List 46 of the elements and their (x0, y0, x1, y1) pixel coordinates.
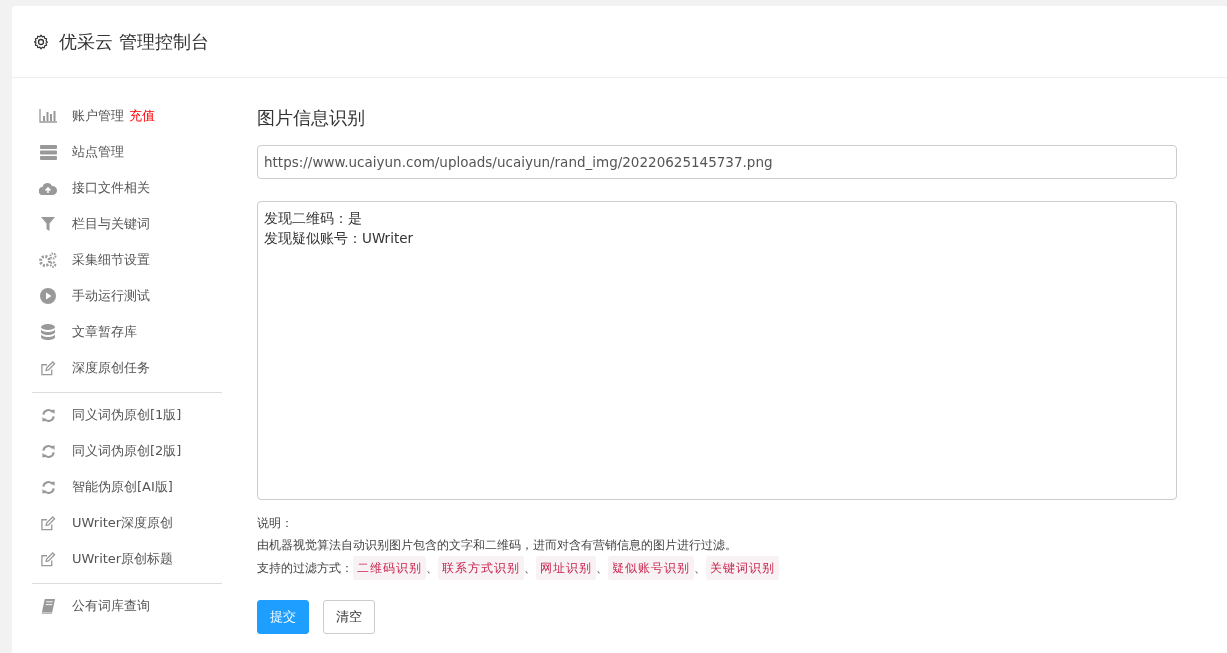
edit-icon (40, 360, 56, 376)
url-input-field[interactable]: https://www.ucaiyun.com/uploads/ucaiyun/rand_img/20220625145737.png (257, 145, 1177, 179)
separator: 、 (596, 560, 608, 577)
separator: 、 (426, 560, 438, 577)
filter-tag: 网址识别 (536, 556, 596, 580)
bar-chart-icon (39, 109, 57, 123)
server-icon (39, 144, 57, 160)
cloud-upload-icon (39, 181, 57, 195)
sidebar-item[interactable]: 站点管理 (72, 143, 124, 161)
sidebar-item[interactable]: 公有词库查询 (72, 597, 150, 615)
page-title: 优采云 管理控制台 (59, 29, 209, 54)
section-heading: 图片信息识别 (257, 106, 366, 130)
refresh-icon (40, 407, 56, 423)
sidebar-item[interactable]: 深度原创任务 (72, 359, 150, 377)
database-icon (41, 324, 55, 340)
edit-icon (40, 551, 56, 567)
result-text-area[interactable]: 发现二维码：是 发现疑似账号：UWriter (257, 201, 1177, 500)
note-description: 由机器视觉算法自动识别图片包含的文字和二维码，进而对含有营销信息的图片进行过滤。 (257, 537, 738, 554)
sidebar-item[interactable]: UWriter原创标题 (72, 550, 174, 568)
sidebar-item[interactable]: 同义词伪原创[2版] (72, 442, 182, 460)
sidebar-item[interactable]: 文章暂存库 (72, 323, 137, 341)
sidebar-item[interactable]: 智能伪原创[AI版] (72, 478, 173, 496)
recharge-link[interactable]: 充值 (129, 107, 155, 125)
note-title: 说明： (257, 515, 294, 532)
refresh-icon (40, 479, 56, 495)
sidebar-item[interactable]: 同义词伪原创[1版] (72, 406, 182, 424)
sidebar-item[interactable]: 栏目与关键词 (72, 215, 150, 233)
separator: 、 (694, 560, 706, 577)
settings-icon (33, 33, 49, 50)
filter-icon (41, 217, 55, 231)
filters-label: 支持的过滤方式： (257, 560, 353, 577)
clear-button[interactable]: 清空 (323, 600, 375, 634)
filter-tag: 关键词识别 (706, 556, 779, 580)
sidebar-item[interactable]: 账户管理 (72, 107, 124, 125)
sidebar-item[interactable]: UWriter深度原创 (72, 514, 174, 532)
filter-tag: 二维码识别 (353, 556, 426, 580)
play-icon (40, 288, 56, 304)
filter-tag: 联系方式识别 (438, 556, 524, 580)
sidebar-item[interactable]: 接口文件相关 (72, 179, 150, 197)
separator: 、 (524, 560, 536, 577)
filter-tag: 疑似账号识别 (608, 556, 694, 580)
refresh-icon (40, 443, 56, 459)
sidebar-item[interactable]: 手动运行测试 (72, 287, 150, 305)
edit-icon (40, 515, 56, 531)
sidebar-item[interactable]: 采集细节设置 (72, 251, 150, 269)
book-icon (40, 598, 56, 614)
